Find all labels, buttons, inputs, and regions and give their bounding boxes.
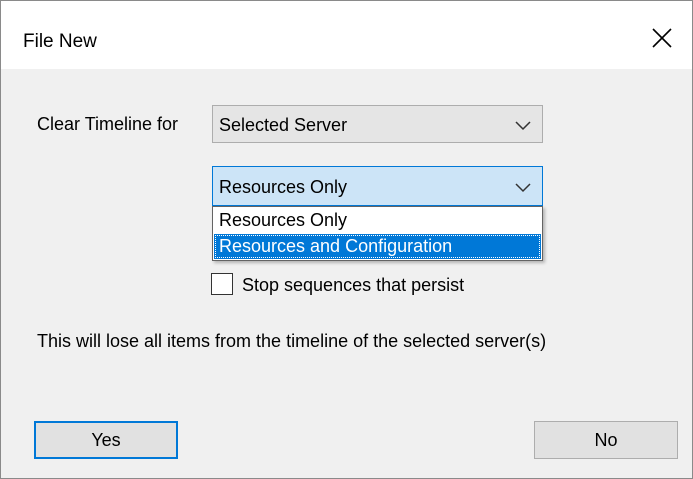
scope-select[interactable]: Resources Only [212,166,543,206]
chevron-down-icon [515,121,531,131]
clear-timeline-label: Clear Timeline for [37,114,179,134]
scope-dropdown-list: Resources Only Resources and Configurati… [212,206,543,261]
close-button[interactable] [641,19,681,59]
no-button[interactable]: No [534,421,678,459]
clear-timeline-select[interactable]: Selected Server [212,105,543,143]
close-icon [652,28,672,48]
dropdown-option-resources-and-configuration[interactable]: Resources and Configuration [214,234,541,259]
warning-text: This will lose all items from the timeli… [37,331,547,351]
stop-sequences-label[interactable]: Stop sequences that persist [242,275,464,296]
chevron-down-icon [515,183,531,193]
clear-timeline-select-value: Selected Server [219,115,348,135]
dialog-title: File New [23,31,97,52]
stop-sequences-checkbox[interactable] [211,273,233,295]
scope-select-value: Resources Only [219,177,348,197]
file-new-dialog: File New Clear Timeline for Selected Ser… [0,0,693,479]
title-bar: File New [1,1,692,69]
yes-button[interactable]: Yes [34,421,178,459]
dropdown-option-resources-only[interactable]: Resources Only [214,208,541,233]
